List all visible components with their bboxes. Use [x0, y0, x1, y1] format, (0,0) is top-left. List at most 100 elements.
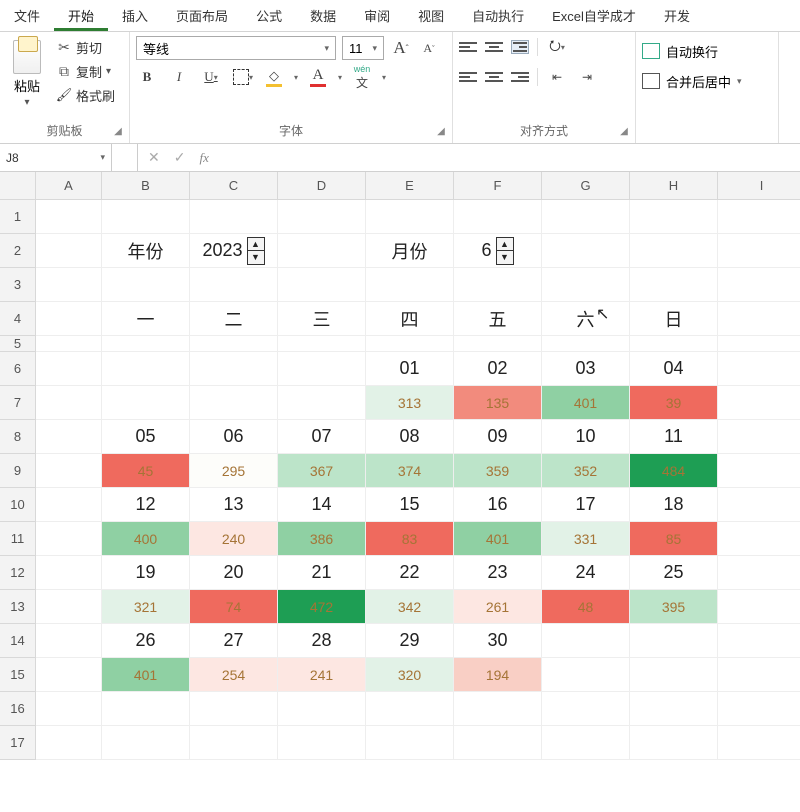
cell-H8[interactable]: 11	[630, 420, 718, 454]
row-header-9[interactable]: 9	[0, 454, 36, 488]
cell-F7[interactable]: 135	[454, 386, 542, 420]
format-painter-button[interactable]: 格式刷	[52, 84, 119, 106]
decrease-indent-button[interactable]: ⇤	[546, 66, 568, 88]
column-header-I[interactable]: I	[718, 172, 800, 200]
decrease-font-button[interactable]: Aˇ	[418, 37, 440, 59]
row-header-15[interactable]: 15	[0, 658, 36, 692]
cell-A15[interactable]	[36, 658, 102, 692]
cell-E8[interactable]: 08	[366, 420, 454, 454]
cell-H2[interactable]	[630, 234, 718, 268]
cell-F14[interactable]: 30	[454, 624, 542, 658]
cell-B11[interactable]: 400	[102, 522, 190, 556]
tab-developer[interactable]: 开发	[650, 0, 704, 31]
row-header-11[interactable]: 11	[0, 522, 36, 556]
cell-G12[interactable]: 24	[542, 556, 630, 590]
cell-H16[interactable]	[630, 692, 718, 726]
cell-F15[interactable]: 194	[454, 658, 542, 692]
cell-F12[interactable]: 23	[454, 556, 542, 590]
spin-down-icon[interactable]: ▼	[497, 251, 513, 264]
cell-A4[interactable]	[36, 302, 102, 336]
tab-custom-excel[interactable]: Excel自学成才	[538, 0, 650, 31]
dialog-launcher-icon[interactable]: ◢	[434, 125, 448, 139]
cell-G1[interactable]	[542, 200, 630, 234]
cell-E5[interactable]	[366, 336, 454, 352]
cell-G17[interactable]	[542, 726, 630, 760]
cell-E11[interactable]: 83	[366, 522, 454, 556]
cell-H17[interactable]	[630, 726, 718, 760]
column-header-A[interactable]: A	[36, 172, 102, 200]
cell-D11[interactable]: 386	[278, 522, 366, 556]
cell-G7[interactable]: 401	[542, 386, 630, 420]
cell-G15[interactable]	[542, 658, 630, 692]
row-header-7[interactable]: 7	[0, 386, 36, 420]
cut-button[interactable]: 剪切	[52, 36, 119, 58]
cell-B12[interactable]: 19	[102, 556, 190, 590]
merge-center-button[interactable]: 合并后居中 ▾	[642, 70, 772, 92]
tab-view[interactable]: 视图	[404, 0, 458, 31]
cell-B7[interactable]	[102, 386, 190, 420]
cell-D16[interactable]	[278, 692, 366, 726]
cell-H13[interactable]: 395	[630, 590, 718, 624]
row-header-3[interactable]: 3	[0, 268, 36, 302]
borders-button[interactable]: ▾	[232, 66, 254, 88]
cell-B10[interactable]: 12	[102, 488, 190, 522]
cell-E17[interactable]	[366, 726, 454, 760]
cell-G14[interactable]	[542, 624, 630, 658]
cell-A9[interactable]	[36, 454, 102, 488]
cell-A1[interactable]	[36, 200, 102, 234]
orientation-button[interactable]: ⭮▾	[546, 36, 568, 58]
column-header-C[interactable]: C	[190, 172, 278, 200]
cell-D6[interactable]	[278, 352, 366, 386]
cell-A13[interactable]	[36, 590, 102, 624]
spin-control[interactable]: ▲▼	[496, 237, 514, 265]
cell-C3[interactable]	[190, 268, 278, 302]
chevron-down-icon[interactable]: ▾	[294, 73, 298, 82]
cell-F10[interactable]: 16	[454, 488, 542, 522]
cell-G5[interactable]	[542, 336, 630, 352]
cell-H15[interactable]	[630, 658, 718, 692]
cell-F11[interactable]: 401	[454, 522, 542, 556]
cell-I11[interactable]	[718, 522, 800, 556]
cell-I15[interactable]	[718, 658, 800, 692]
cell-E6[interactable]: 01	[366, 352, 454, 386]
align-middle-button[interactable]	[485, 40, 503, 54]
cell-E12[interactable]: 22	[366, 556, 454, 590]
cell-D7[interactable]	[278, 386, 366, 420]
cell-D2[interactable]	[278, 234, 366, 268]
cell-B13[interactable]: 321	[102, 590, 190, 624]
cell-C2[interactable]: 2023▲▼	[190, 234, 278, 268]
cell-B14[interactable]: 26	[102, 624, 190, 658]
cell-A6[interactable]	[36, 352, 102, 386]
cell-B8[interactable]: 05	[102, 420, 190, 454]
cell-C15[interactable]: 254	[190, 658, 278, 692]
fill-color-button[interactable]: ◇	[264, 66, 284, 88]
cell-G9[interactable]: 352	[542, 454, 630, 488]
bold-button[interactable]: B	[136, 66, 158, 88]
cell-F16[interactable]	[454, 692, 542, 726]
cell-E7[interactable]: 313	[366, 386, 454, 420]
cell-H4[interactable]: 日	[630, 302, 718, 336]
cell-I10[interactable]	[718, 488, 800, 522]
cell-B17[interactable]	[102, 726, 190, 760]
cell-H1[interactable]	[630, 200, 718, 234]
cell-H6[interactable]: 04	[630, 352, 718, 386]
cell-D3[interactable]	[278, 268, 366, 302]
cell-C1[interactable]	[190, 200, 278, 234]
cell-B16[interactable]	[102, 692, 190, 726]
row-header-6[interactable]: 6	[0, 352, 36, 386]
cell-B5[interactable]	[102, 336, 190, 352]
cell-A14[interactable]	[36, 624, 102, 658]
tab-data[interactable]: 数据	[296, 0, 350, 31]
cell-D5[interactable]	[278, 336, 366, 352]
cell-F3[interactable]	[454, 268, 542, 302]
cell-G16[interactable]	[542, 692, 630, 726]
cell-C6[interactable]	[190, 352, 278, 386]
cell-G4[interactable]: ↖六	[542, 302, 630, 336]
tab-formulas[interactable]: 公式	[242, 0, 296, 31]
spin-control[interactable]: ▲▼	[247, 237, 265, 265]
cell-C14[interactable]: 27	[190, 624, 278, 658]
tab-page-layout[interactable]: 页面布局	[162, 0, 242, 31]
cell-D1[interactable]	[278, 200, 366, 234]
cell-H5[interactable]	[630, 336, 718, 352]
underline-button[interactable]: U ▾	[200, 66, 222, 88]
